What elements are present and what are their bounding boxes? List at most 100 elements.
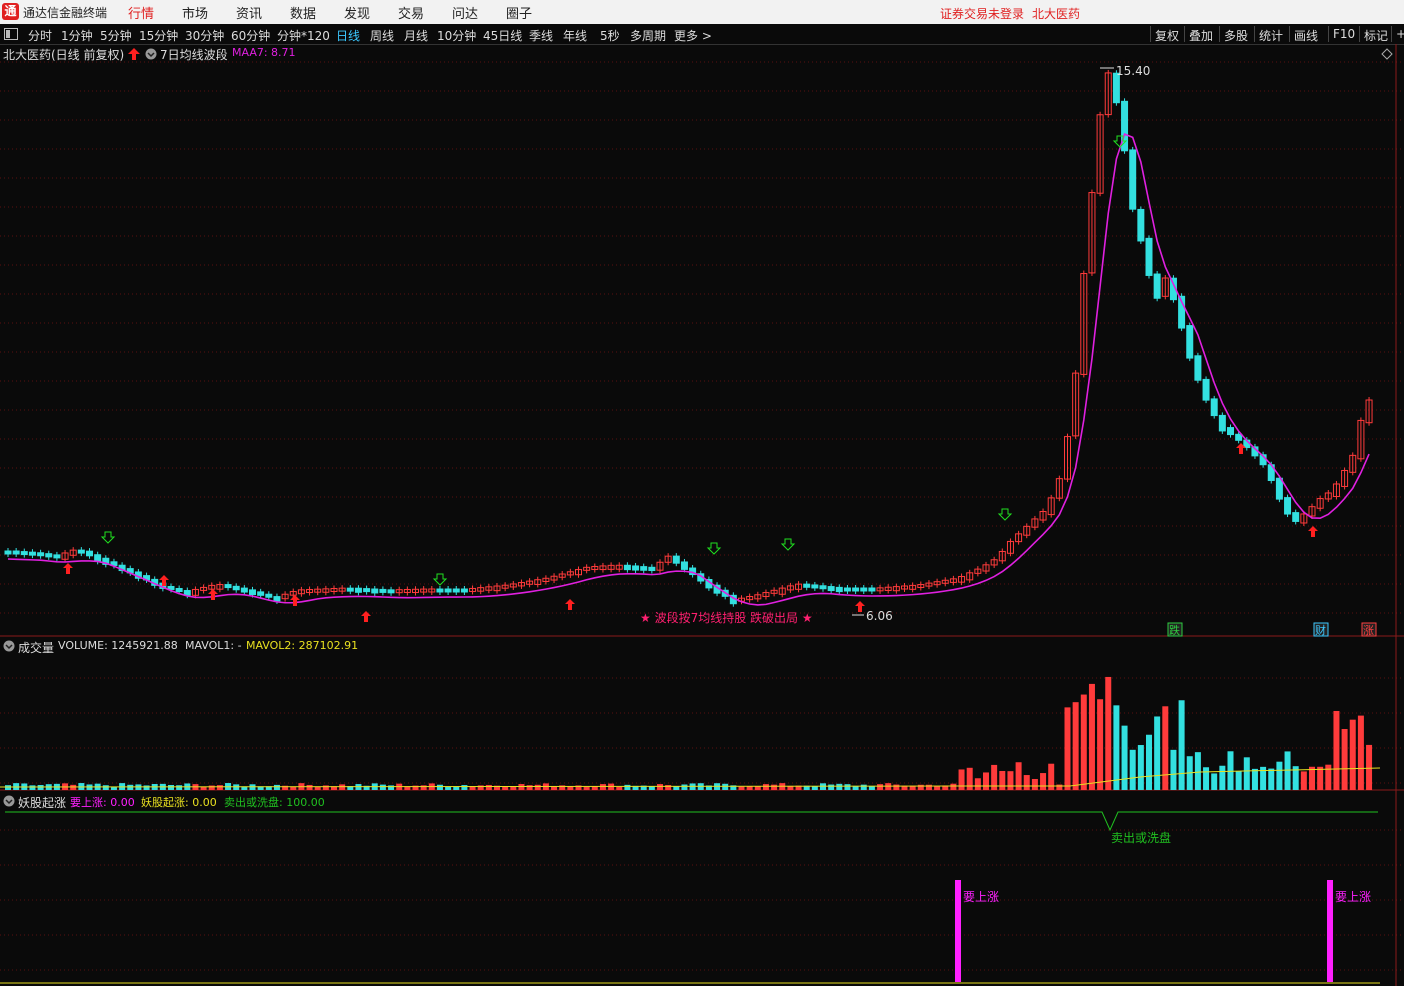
period-button-16[interactable]: 更多 > — [674, 27, 712, 44]
ma-line — [7, 132, 1370, 606]
period-button-12[interactable]: 季线 — [529, 27, 553, 44]
tool-button-1[interactable]: 叠加 — [1189, 27, 1213, 44]
volume-bar — [746, 786, 753, 790]
volume-bar — [868, 786, 875, 790]
menu-item-1[interactable]: 市场 — [182, 3, 208, 22]
volume-bar — [1031, 778, 1038, 790]
candle-body — [175, 588, 183, 593]
up-signal-bar — [1327, 880, 1333, 982]
volume-bar — [738, 786, 745, 790]
volume-bar — [1333, 710, 1340, 790]
volume-bar — [616, 786, 623, 790]
tool-separator — [1219, 26, 1220, 42]
period-button-1[interactable]: 1分钟 — [61, 27, 93, 44]
candle-body — [37, 552, 45, 557]
candle-body — [1275, 477, 1283, 500]
candle-body — [4, 550, 12, 555]
menu-item-2[interactable]: 资讯 — [236, 3, 262, 22]
volume-bar — [5, 785, 11, 790]
candle-body — [1145, 237, 1153, 276]
volume-bar — [1235, 771, 1242, 790]
volume-bar — [1088, 683, 1095, 790]
volume-bar — [983, 772, 989, 790]
candle-body — [363, 588, 371, 593]
period-button-15[interactable]: 多周期 — [630, 27, 666, 44]
sell-arrow-icon — [432, 573, 448, 586]
candle-body — [632, 565, 640, 571]
tool-button-5[interactable]: F10 — [1333, 27, 1355, 41]
candle-body — [77, 549, 85, 554]
diamond-icon[interactable] — [1381, 48, 1393, 60]
period-button-3[interactable]: 15分钟 — [139, 27, 178, 44]
volume-bar — [273, 784, 280, 790]
login-status[interactable]: 证券交易未登录 — [940, 5, 1024, 22]
period-button-4[interactable]: 30分钟 — [185, 27, 224, 44]
app-logo-icon: 通 — [2, 3, 19, 20]
volume-bar — [950, 783, 957, 790]
period-button-14[interactable]: 5秒 — [600, 27, 620, 44]
period-button-2[interactable]: 5分钟 — [100, 27, 132, 44]
badge-text: 涨 — [1363, 624, 1374, 637]
candle-body — [811, 584, 819, 589]
period-button-0[interactable]: 分时 — [28, 27, 52, 44]
menu-item-0[interactable]: 行情 — [128, 3, 154, 22]
menu-item-6[interactable]: 问达 — [452, 3, 478, 22]
menu-item-7[interactable]: 圈子 — [506, 3, 532, 22]
candle-body — [843, 587, 851, 592]
up-signal-bar — [955, 880, 961, 982]
candle-body — [436, 588, 444, 593]
volume-bar — [1129, 749, 1136, 790]
period-button-9[interactable]: 月线 — [404, 27, 428, 44]
volume-bar — [485, 784, 492, 790]
volume-bar — [1341, 729, 1348, 790]
sell-arrow-icon — [997, 508, 1013, 521]
volume-bar — [102, 785, 109, 790]
indicator-menu-icon[interactable] — [145, 48, 157, 60]
tool-button-4[interactable]: 画线 — [1294, 27, 1318, 44]
volume-bar — [974, 778, 981, 790]
panel-toggle-icon[interactable] — [4, 28, 18, 40]
volume-bar — [877, 784, 884, 790]
indicator2-name: 妖股起涨 — [18, 796, 67, 810]
buy-arrow-icon — [361, 611, 371, 622]
chart-area[interactable]: 15.40 6.06 ★ 波段按7均线持股 跌破出局 ★ 跌 财 涨卖出或洗盘要上涨 要上涨 — [0, 44, 1404, 986]
period-button-10[interactable]: 10分钟 — [437, 27, 476, 44]
candle-body — [1137, 208, 1145, 242]
volume-bar — [510, 786, 517, 790]
tool-button-0[interactable]: 复权 — [1155, 27, 1179, 44]
volume-bar — [1219, 765, 1226, 790]
volume-bar — [518, 784, 525, 790]
buy-arrow-icon — [1308, 526, 1318, 537]
tool-button-3[interactable]: 统计 — [1259, 27, 1283, 44]
candle-body — [346, 587, 354, 592]
volume-bar — [893, 784, 900, 790]
volume-bar — [591, 786, 598, 790]
volume-bar — [828, 784, 835, 790]
menu-item-4[interactable]: 发现 — [344, 3, 370, 22]
period-button-7[interactable]: 日线 — [336, 27, 360, 44]
buy-arrow-icon — [855, 601, 865, 612]
volume-menu-icon[interactable] — [3, 640, 15, 652]
volume-bar — [445, 786, 452, 790]
period-button-8[interactable]: 周线 — [370, 27, 394, 44]
candle-body — [379, 588, 387, 593]
period-button-11[interactable]: 45日线 — [483, 27, 522, 44]
buy-arrow-icon — [208, 589, 218, 600]
candle-body — [835, 586, 843, 593]
yao-value-label: 妖股起涨: 0.00 — [141, 796, 217, 809]
candle-body — [1194, 355, 1202, 381]
volume-bar — [1194, 752, 1201, 790]
period-button-6[interactable]: 分钟*120 — [277, 27, 330, 44]
volume-bar — [208, 785, 215, 790]
tool-button-2[interactable]: 多股 — [1224, 27, 1248, 44]
volume-bar — [762, 784, 769, 790]
volume-bar — [29, 785, 36, 790]
period-button-5[interactable]: 60分钟 — [231, 27, 270, 44]
volume-bar — [314, 786, 321, 790]
indicator2-menu-icon[interactable] — [3, 795, 15, 807]
menu-item-5[interactable]: 交易 — [398, 3, 424, 22]
tool-button-6[interactable]: 标记 — [1364, 27, 1388, 44]
period-button-13[interactable]: 年线 — [563, 27, 587, 44]
tool-button-7[interactable]: + — [1396, 27, 1404, 41]
menu-item-3[interactable]: 数据 — [290, 3, 316, 22]
